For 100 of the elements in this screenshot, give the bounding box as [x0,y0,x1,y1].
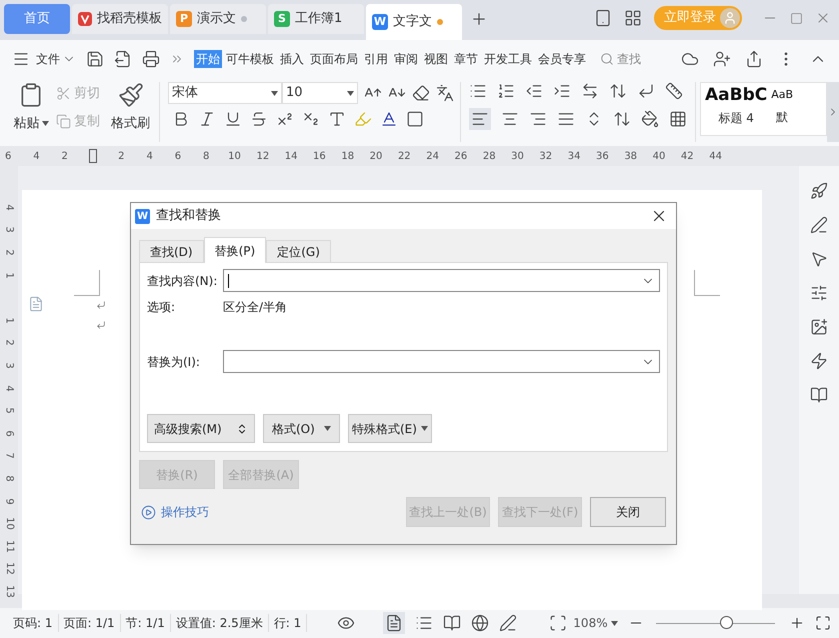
find-input[interactable] [223,269,660,292]
pen-icon[interactable] [499,614,518,632]
zoom-value[interactable]: 108% [573,614,608,632]
ruler-number: 24 [426,150,439,164]
double-chevron-icon [236,422,248,434]
status-item: 行: 1 [268,614,308,632]
align-right-icon[interactable] [529,110,547,128]
paragraph-mark-icon[interactable] [637,82,655,100]
pen-icon[interactable] [810,216,828,234]
text-effect-icon[interactable] [328,110,346,128]
font-color-icon[interactable] [380,110,398,128]
play-circle-icon[interactable] [141,504,156,520]
text-direction-icon[interactable] [581,82,599,100]
ribbon-tab[interactable]: 可牛模板 [224,50,276,68]
paste-button[interactable]: 粘贴 [14,114,40,134]
tablet-icon[interactable] [594,9,612,27]
option-button[interactable]: 特殊格式(E) [348,414,432,443]
superscript-icon[interactable] [276,110,294,128]
replace-input[interactable] [223,350,660,373]
align-center-icon[interactable] [501,110,519,128]
font-name-field[interactable]: 宋体 [168,82,282,104]
shading-icon[interactable] [641,110,659,128]
dialog-tab[interactable]: 替换(P) [204,237,266,263]
ribbon-tab[interactable]: 审阅 [392,50,420,68]
bullet-list-icon[interactable] [469,82,487,100]
dropdown-arrow-icon [347,90,354,96]
ruler-number: 10 [2,517,16,530]
option-button[interactable]: 格式(O) [263,414,340,443]
book-icon[interactable] [810,386,828,404]
reading-icon[interactable] [443,614,462,632]
ruler-number: 2 [118,150,125,164]
ribbon-tab[interactable]: 开发工具 [482,50,534,68]
menu-icon[interactable] [12,50,30,68]
outline-icon[interactable] [415,614,434,632]
align-left-icon[interactable] [471,110,489,128]
fullscreen-icon[interactable] [815,615,831,631]
rocket-icon[interactable] [810,182,828,200]
format-painter-button[interactable]: 格式刷 [111,114,150,134]
zoom-in-icon[interactable] [789,615,805,631]
zoom-slider-thumb[interactable] [720,616,734,629]
tips-link[interactable]: 操作技巧 [161,503,209,521]
ribbon-tab[interactable]: 插入 [278,50,306,68]
option-button[interactable]: 高级搜索(M) [147,414,255,443]
dropdown-arrow-icon [610,620,618,626]
print-icon[interactable] [142,50,160,68]
subscript-icon[interactable] [302,110,320,128]
search-icon[interactable] [600,52,614,66]
phonetic-icon[interactable] [436,84,454,102]
ruler-number: 26 [454,150,468,164]
justify-icon[interactable] [557,110,575,128]
ruler-icon[interactable] [665,82,683,100]
style-gallery[interactable]: AaBbC 标题 4 AaB 默 [700,82,827,136]
ribbon-tab[interactable]: 视图 [422,50,450,68]
font-size-field[interactable]: 10 [282,82,358,104]
lightning-icon[interactable] [810,352,828,370]
dialog-tab[interactable]: 查找(D) [139,240,204,262]
increase-indent-icon[interactable] [553,82,571,100]
sort-icon[interactable] [609,82,627,100]
dialog-tab[interactable]: 定位(G) [266,240,331,262]
document-tab[interactable]: P 演示文 [170,4,266,34]
decrease-indent-icon[interactable] [525,82,543,100]
ruler-number: 28 [482,150,496,164]
share-icon[interactable] [745,50,763,68]
eraser-icon[interactable] [412,84,430,102]
app-logo-icon: W [372,14,388,30]
character-border-icon[interactable] [406,110,424,128]
ribbon-tab[interactable]: 会员专享 [536,50,588,68]
eye-icon[interactable] [337,614,356,632]
fit-icon[interactable] [549,614,568,632]
pointer-icon[interactable] [810,250,828,268]
sliders-icon[interactable] [810,284,828,302]
cloud-icon[interactable] [681,50,699,68]
page-view-icon[interactable] [385,614,404,632]
line-spacing-icon[interactable] [613,110,631,128]
image-icon[interactable] [810,318,828,336]
save-icon[interactable] [86,50,104,68]
status-item: 节: 1/1 [120,614,171,632]
borders-icon[interactable] [669,110,687,128]
user-plus-icon[interactable] [713,50,731,68]
document-tab[interactable]: S 工作簿1 [268,4,364,34]
ribbon-tab[interactable]: 章节 [452,50,480,68]
underline-icon[interactable] [224,110,242,128]
zoom-slider-track[interactable] [656,616,775,630]
apps-grid-icon[interactable] [624,9,642,27]
ruler-number: 2 [62,150,68,164]
maximize-icon[interactable] [790,12,803,24]
file-menu[interactable]: 文件 [36,50,60,68]
document-tab[interactable]: W 文字文 [366,4,462,40]
indent-marker-icon[interactable] [89,149,98,163]
paintbrush-icon[interactable] [118,82,144,108]
export-icon[interactable] [114,50,132,68]
strikethrough-icon[interactable] [250,110,268,128]
document-tab[interactable]: 找稻壳模板 [72,4,168,34]
ruler-number: 6 [174,150,182,164]
ribbon-tab[interactable]: 引用 [362,50,390,68]
ribbon-tab[interactable]: 页面布局 [308,50,360,68]
dialog-button[interactable]: 关闭 [590,497,666,527]
web-icon[interactable] [471,614,490,632]
numbered-list-icon[interactable] [497,82,515,100]
ruler-number: 2 [2,340,16,346]
